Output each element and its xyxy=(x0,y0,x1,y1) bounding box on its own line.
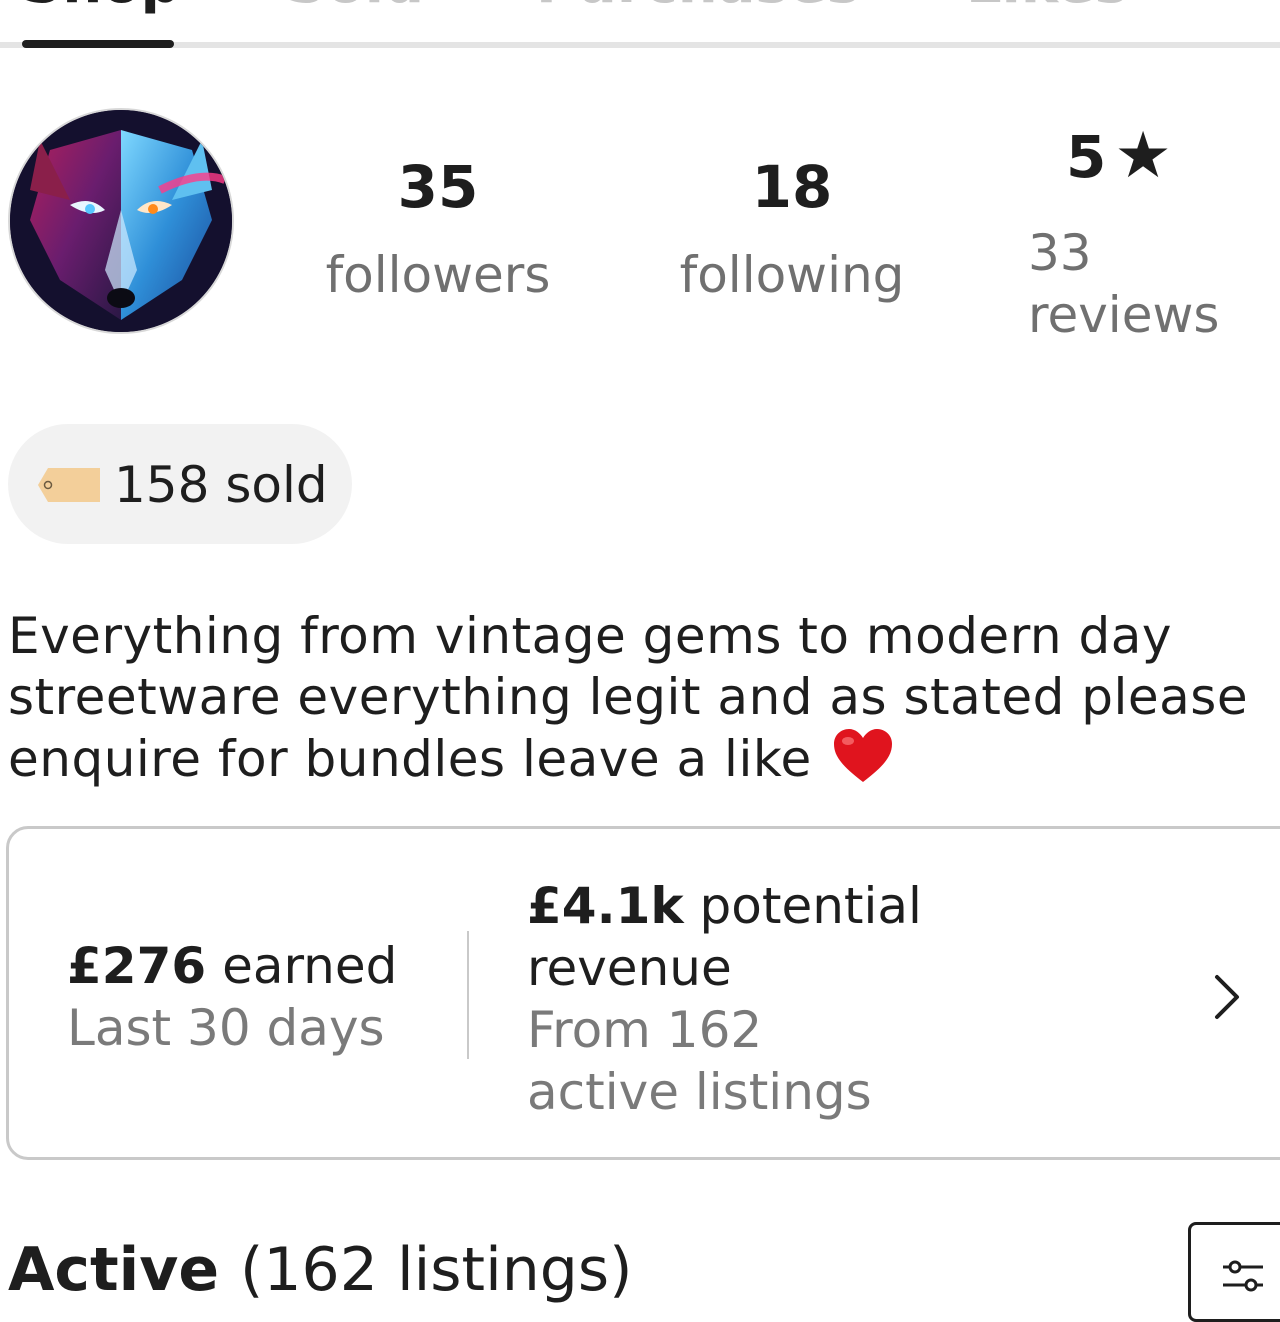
earned-period: Last 30 days xyxy=(67,999,385,1057)
tab-shop[interactable]: Shop xyxy=(22,0,181,12)
wolf-avatar-icon xyxy=(10,110,232,332)
reviews-label: reviews xyxy=(1028,286,1220,344)
tab-purchases[interactable]: Purchases xyxy=(536,0,860,12)
filter-button[interactable] xyxy=(1188,1222,1280,1322)
followers-count[interactable]: 35 xyxy=(340,158,536,216)
heart-emoji-icon xyxy=(834,729,893,782)
sold-count-label: 158 sold xyxy=(114,456,328,514)
active-listings-title: Active (162 listings) xyxy=(8,1240,633,1300)
price-tag-icon xyxy=(38,468,100,502)
rating-score[interactable]: 5 ★ xyxy=(1066,124,1172,188)
active-title-label: Active xyxy=(8,1235,220,1305)
earned-summary: £276 earned Last 30 days xyxy=(67,935,397,1059)
bio-line-3-text: enquire for bundles leave a like xyxy=(8,730,812,788)
potential-source-1: From 162 xyxy=(527,1001,763,1059)
following-count[interactable]: 18 xyxy=(694,158,890,216)
avatar[interactable] xyxy=(8,108,234,334)
active-listings-count: (162 listings) xyxy=(239,1235,633,1305)
potential-label-1: potential xyxy=(699,877,922,935)
followers-label[interactable]: followers xyxy=(300,250,576,300)
filter-sliders-icon xyxy=(1223,1260,1263,1292)
earned-amount: £276 xyxy=(67,937,207,995)
active-tab-indicator xyxy=(22,40,174,48)
chevron-right-icon[interactable] xyxy=(1209,973,1245,1021)
potential-revenue-summary: £4.1k potential revenue From 162 active … xyxy=(527,875,922,1123)
earnings-card[interactable]: £276 earned Last 30 days £4.1k potential… xyxy=(6,826,1280,1160)
following-label[interactable]: following xyxy=(652,250,932,300)
rating-value: 5 xyxy=(1066,123,1107,191)
sold-count-badge: 158 sold xyxy=(8,424,352,544)
tab-sold[interactable]: Sold xyxy=(286,0,424,12)
potential-label-2: revenue xyxy=(527,939,732,997)
bio-line-2: streetware everything legit and as state… xyxy=(8,668,1249,726)
star-icon: ★ xyxy=(1114,119,1172,193)
profile-bio: Everything from vintage gems to modern d… xyxy=(8,606,1280,790)
profile-tabs: Shop Sold Purchases Likes xyxy=(0,0,1280,48)
bio-line-3: enquire for bundles leave a like xyxy=(8,728,1280,790)
tabs-divider xyxy=(0,42,1280,48)
potential-source-2: active listings xyxy=(527,1063,872,1121)
potential-amount: £4.1k xyxy=(527,877,684,935)
card-divider xyxy=(467,931,469,1059)
reviews-count: 33 xyxy=(1028,224,1092,282)
earned-label: earned xyxy=(222,937,398,995)
reviews-link[interactable]: 33 reviews xyxy=(1028,222,1219,346)
tab-likes[interactable]: Likes xyxy=(966,0,1128,12)
bio-line-1: Everything from vintage gems to modern d… xyxy=(8,607,1172,665)
